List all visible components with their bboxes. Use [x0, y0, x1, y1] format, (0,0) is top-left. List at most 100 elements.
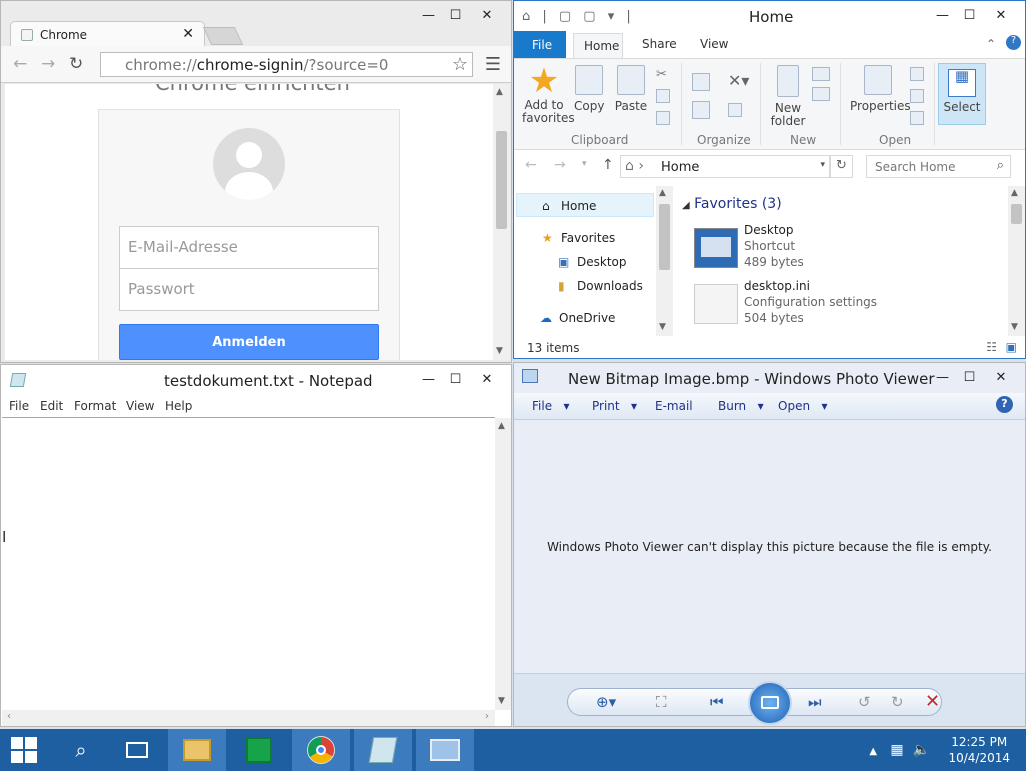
list-item[interactable]: Desktop Shortcut 489 bytes: [744, 222, 804, 270]
actual-size-icon[interactable]: ⛶: [656, 693, 667, 711]
menu-view[interactable]: View: [126, 399, 154, 413]
chrome-menu-icon[interactable]: ☰: [485, 54, 501, 75]
tab-view[interactable]: View: [700, 37, 728, 51]
minimize-icon[interactable]: —: [415, 5, 442, 25]
address-bar[interactable]: chrome://chrome-signin/?source=0 ☆: [100, 52, 473, 77]
menu-print[interactable]: Print ▾: [592, 399, 637, 413]
rotate-left-icon[interactable]: ↺: [858, 693, 871, 711]
start-button[interactable]: [0, 729, 48, 771]
maximize-icon[interactable]: ☐: [442, 5, 469, 25]
add-to-favorites-button[interactable]: ★ Add to favorites: [522, 63, 575, 125]
up-icon[interactable]: ↑: [602, 157, 614, 173]
nav-onedrive[interactable]: ☁ OneDrive: [540, 311, 615, 325]
close-icon[interactable]: ✕: [469, 369, 505, 389]
help-icon[interactable]: ?: [1006, 35, 1021, 50]
slideshow-button[interactable]: [748, 681, 792, 725]
maximize-icon[interactable]: ☐: [442, 369, 469, 389]
close-icon[interactable]: ✕: [983, 367, 1019, 387]
nav-favorites[interactable]: ★ Favorites: [542, 231, 615, 245]
search-input[interactable]: ⌕ Search Home: [866, 155, 1011, 178]
volume-icon[interactable]: 🔈: [913, 742, 930, 758]
content-scrollbar[interactable]: ▲ ▼: [1008, 186, 1025, 336]
menu-format[interactable]: Format: [74, 399, 116, 413]
nav-downloads[interactable]: ▮ Downloads: [558, 279, 643, 293]
zoom-icon[interactable]: ⊕▾: [596, 693, 616, 711]
file-explorer-taskbar-icon[interactable]: [168, 729, 226, 771]
task-view-icon[interactable]: [108, 729, 166, 771]
delete-icon[interactable]: ✕▾: [728, 71, 749, 90]
details-view-icon[interactable]: ☷: [986, 340, 997, 354]
next-icon[interactable]: ⏭: [808, 693, 822, 711]
close-tab-icon[interactable]: ✕: [182, 26, 194, 42]
new-tab-button[interactable]: [202, 27, 244, 45]
help-icon[interactable]: ?: [996, 396, 1013, 413]
menu-open[interactable]: Open ▾: [778, 399, 828, 413]
notepad-text-area[interactable]: I: [2, 417, 495, 709]
tab-file[interactable]: File: [514, 31, 566, 58]
paste-shortcut-icon[interactable]: [656, 111, 670, 125]
chrome-taskbar-icon[interactable]: [292, 729, 350, 771]
back-icon[interactable]: ←: [525, 157, 537, 173]
notepad-taskbar-icon[interactable]: [354, 729, 412, 771]
paste-button[interactable]: Paste: [614, 65, 648, 113]
close-icon[interactable]: ✕: [983, 5, 1019, 25]
forward-icon[interactable]: →: [554, 157, 566, 173]
close-icon[interactable]: ✕: [469, 5, 505, 25]
collapse-ribbon-icon[interactable]: ⌃: [986, 37, 996, 51]
nav-home[interactable]: ⌂ Home: [542, 199, 596, 213]
new-item-icon[interactable]: [812, 67, 830, 81]
minimize-icon[interactable]: —: [929, 367, 956, 387]
reload-icon[interactable]: ↻: [69, 54, 83, 74]
store-taskbar-icon[interactable]: [230, 729, 288, 771]
open-icon[interactable]: [910, 67, 924, 81]
nav-scrollbar[interactable]: ▲ ▼: [656, 186, 673, 336]
clock[interactable]: 12:25 PM 10/4/2014: [948, 734, 1010, 766]
email-field[interactable]: E-Mail-Adresse: [119, 226, 379, 269]
menu-email[interactable]: E-mail: [655, 399, 693, 413]
recent-locations-icon[interactable]: ▾: [582, 159, 587, 169]
large-icons-view-icon[interactable]: ▣: [1006, 340, 1017, 354]
menu-file[interactable]: File: [9, 399, 29, 413]
bookmark-star-icon[interactable]: ☆: [452, 54, 468, 75]
edit-icon[interactable]: [910, 89, 924, 103]
properties-button[interactable]: Properties: [850, 65, 911, 113]
tab-share[interactable]: Share: [642, 37, 677, 51]
list-item[interactable]: desktop.ini Configuration settings 504 b…: [744, 278, 877, 326]
scroll-thumb[interactable]: [659, 204, 670, 270]
delete-icon[interactable]: ✕: [925, 691, 940, 712]
previous-icon[interactable]: ⏮: [710, 693, 724, 711]
rename-icon[interactable]: [728, 103, 742, 117]
easy-access-icon[interactable]: [812, 87, 830, 101]
signin-button[interactable]: Anmelden: [119, 324, 379, 360]
minimize-icon[interactable]: —: [415, 369, 442, 389]
copy-button[interactable]: Copy: [574, 65, 604, 113]
maximize-icon[interactable]: ☐: [956, 367, 983, 387]
history-icon[interactable]: [910, 111, 924, 125]
menu-edit[interactable]: Edit: [40, 399, 63, 413]
menu-file[interactable]: File ▾: [532, 399, 570, 413]
quick-access-toolbar[interactable]: ⌂ | ▢ ▢ ▾ |: [522, 9, 635, 24]
show-hidden-icons-icon[interactable]: ▲: [869, 746, 877, 757]
menu-burn[interactable]: Burn ▾: [718, 399, 764, 413]
chevron-down-icon[interactable]: ▾: [820, 160, 825, 170]
search-icon[interactable]: ⌕: [52, 729, 110, 771]
new-folder-button[interactable]: New folder: [770, 65, 806, 128]
maximize-icon[interactable]: ☐: [956, 5, 983, 25]
copy-to-icon[interactable]: [692, 101, 710, 119]
menu-help[interactable]: Help: [165, 399, 192, 413]
address-bar[interactable]: ⌂ › Home ▾: [620, 155, 830, 178]
copy-path-icon[interactable]: [656, 89, 670, 103]
forward-icon[interactable]: →: [41, 54, 55, 74]
rotate-right-icon[interactable]: ↻: [891, 693, 904, 711]
refresh-icon[interactable]: ↻: [830, 155, 853, 178]
password-field[interactable]: Passwort: [119, 268, 379, 311]
group-header[interactable]: ◢ Favorites (3): [682, 196, 782, 212]
photo-viewer-taskbar-icon[interactable]: [416, 729, 474, 771]
move-to-icon[interactable]: [692, 73, 710, 91]
scroll-thumb[interactable]: [1011, 204, 1022, 224]
chrome-scrollbar[interactable]: ▲ ▼: [493, 84, 510, 360]
nav-desktop[interactable]: ▣ Desktop: [558, 255, 627, 269]
chrome-tab[interactable]: Chrome ✕: [10, 21, 205, 47]
network-icon[interactable]: ▦: [890, 742, 903, 758]
select-button[interactable]: ▦ Select: [938, 63, 986, 125]
